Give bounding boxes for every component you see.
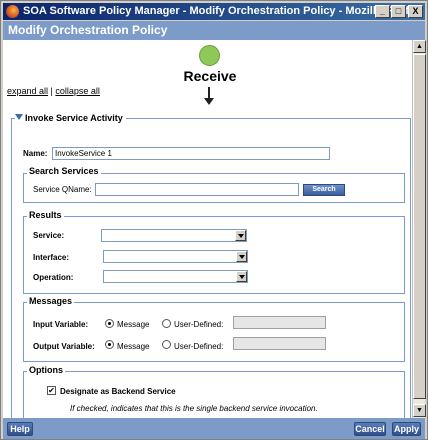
input-variable-label: Input Variable: [33,320,89,329]
input-user-defined-label: User-Defined: [174,320,224,329]
firefox-icon [6,5,19,18]
receive-node-icon[interactable] [199,45,220,66]
invoke-service-legend-text: Invoke Service Activity [25,113,123,123]
operation-label: Operation: [33,273,74,282]
help-button[interactable]: Help [7,422,33,436]
messages-legend: Messages [27,296,75,306]
collapse-triangle-icon[interactable] [15,114,23,120]
interface-select[interactable] [103,250,248,263]
minimize-button[interactable]: _ [375,5,390,18]
dialog-header: Modify Orchestration Policy [3,21,425,40]
expand-collapse-links: expand all | collapse all [7,86,100,96]
flow-arrow-icon [204,98,214,105]
window-title-bar[interactable]: SOA Software Policy Manager - Modify Orc… [3,3,425,20]
name-input[interactable]: InvokeService 1 [52,147,330,160]
vertical-scrollbar[interactable]: ▲ ▼ [412,40,426,418]
output-message-radio[interactable] [105,340,114,349]
scroll-up-icon[interactable]: ▲ [413,40,426,53]
interface-dropdown-icon[interactable] [236,251,247,262]
input-user-defined-radio[interactable] [162,319,171,328]
invoke-service-legend[interactable]: Invoke Service Activity [15,113,126,123]
receive-node-label: Receive [183,68,237,84]
input-user-defined-field[interactable] [233,316,326,329]
service-select[interactable] [101,229,247,242]
input-message-radio[interactable] [105,319,114,328]
output-user-defined-radio[interactable] [162,340,171,349]
name-label: Name: [23,149,48,158]
interface-label: Interface: [33,253,70,262]
results-legend: Results [27,210,64,220]
close-button[interactable]: X [408,5,423,18]
collapse-all-link[interactable]: collapse all [55,86,100,96]
operation-select[interactable] [103,270,248,283]
dialog-footer: Help Cancel Apply [3,418,425,439]
scroll-down-icon[interactable]: ▼ [413,404,426,417]
window-title: SOA Software Policy Manager - Modify Orc… [23,5,422,17]
service-qname-label: Service QName: [33,185,92,194]
input-message-label: Message [117,320,150,329]
dialog-content: Receive expand all | collapse all Invoke… [3,40,412,418]
service-qname-input[interactable] [95,183,299,196]
output-user-defined-field[interactable] [233,337,326,350]
output-message-label: Message [117,342,150,351]
operation-dropdown-icon[interactable] [236,271,247,282]
messages-fieldset [23,302,405,362]
output-variable-label: Output Variable: [33,342,95,351]
search-services-legend: Search Services [27,166,101,176]
service-label: Service: [33,231,65,240]
backend-service-label: Designate as Backend Service [60,387,176,396]
cancel-button[interactable]: Cancel [354,422,386,436]
options-legend: Options [27,365,65,375]
maximize-button[interactable]: □ [391,5,406,18]
scroll-thumb[interactable] [413,54,426,399]
service-dropdown-icon[interactable] [235,230,246,241]
backend-service-note: If checked, indicates that this is the s… [70,404,318,413]
browser-window: SOA Software Policy Manager - Modify Orc… [0,0,428,440]
backend-service-checkbox[interactable]: ✔ [47,386,56,395]
apply-button[interactable]: Apply [392,422,421,436]
search-button[interactable]: Search [303,184,345,196]
expand-all-link[interactable]: expand all [7,86,48,96]
output-user-defined-label: User-Defined: [174,342,224,351]
